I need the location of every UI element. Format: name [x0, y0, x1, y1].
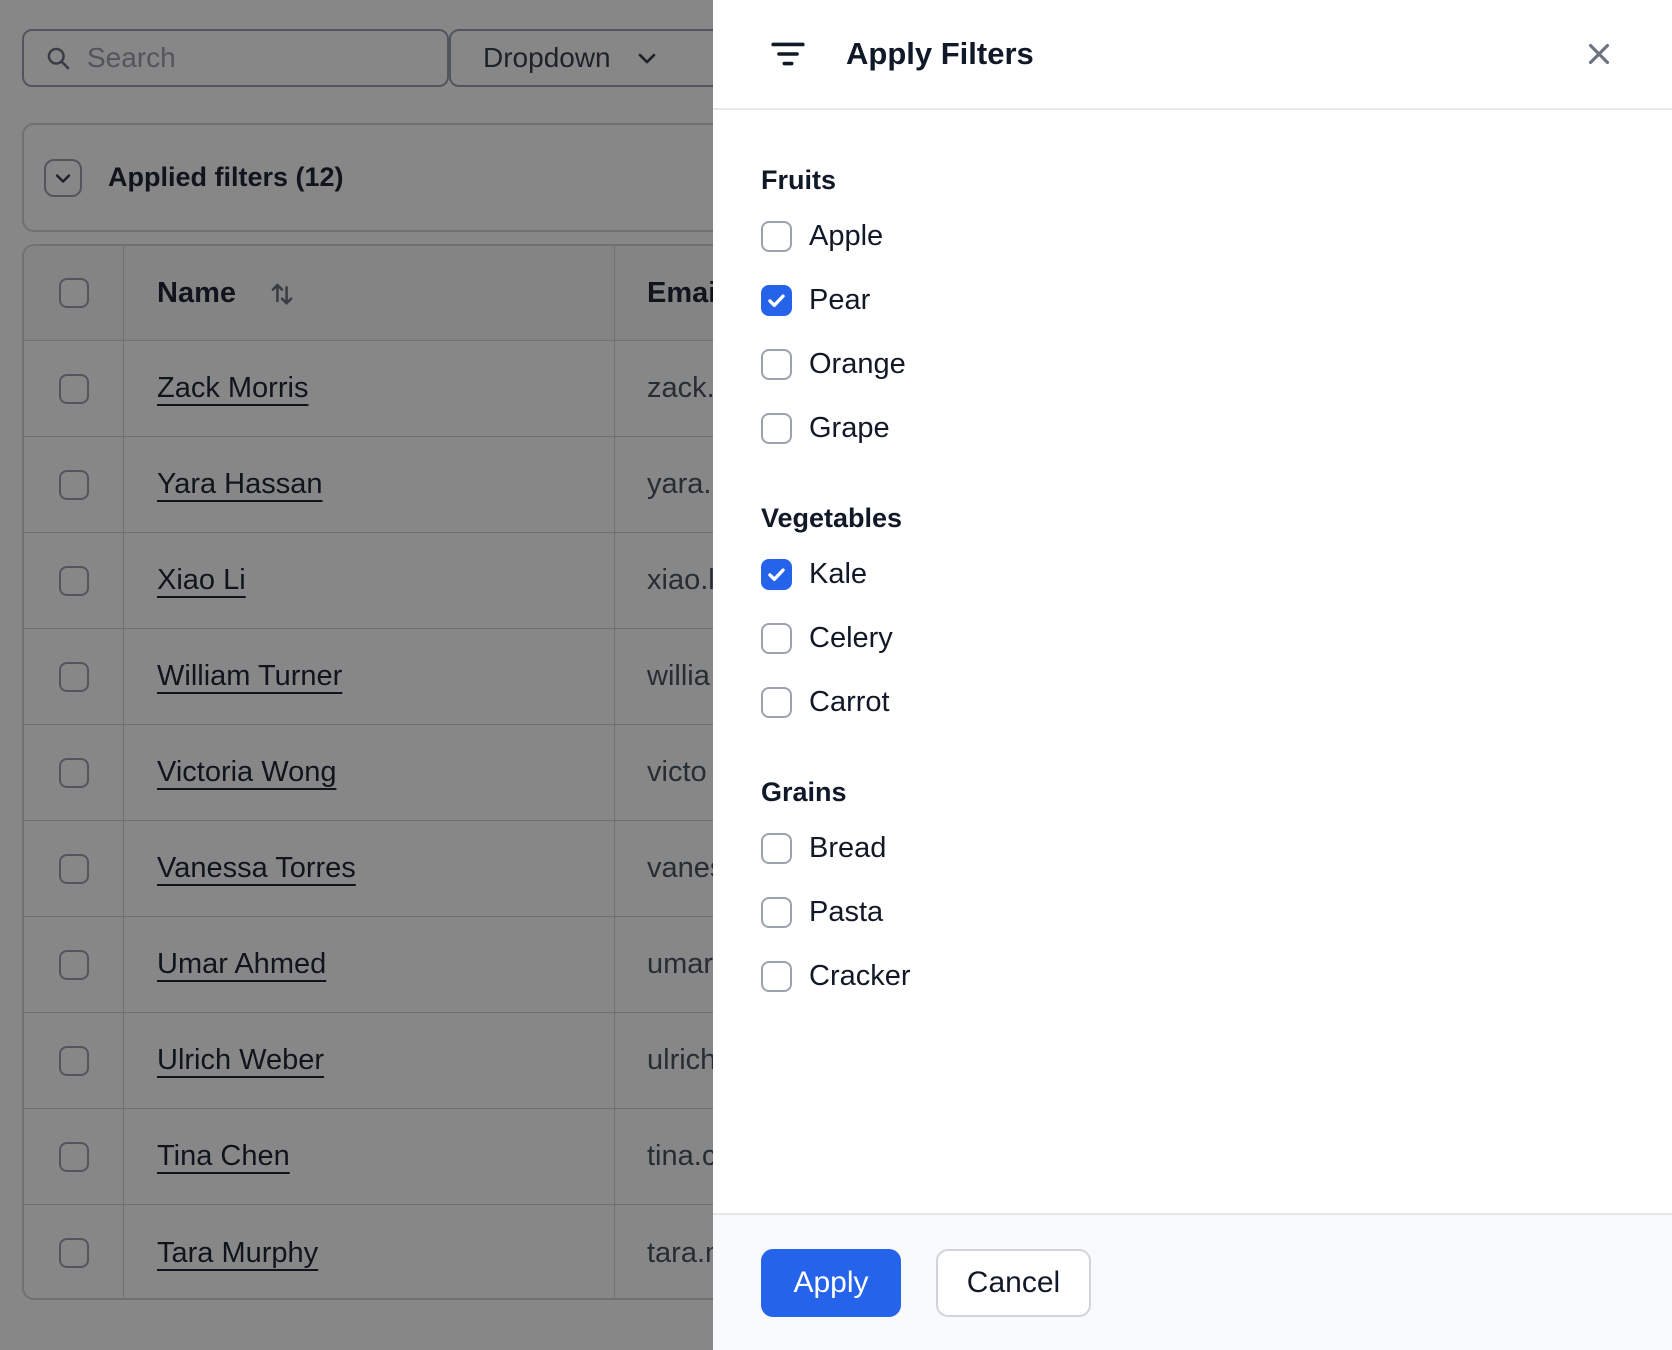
panel-header: Apply Filters: [713, 0, 1672, 110]
section-heading-fruits: Fruits: [761, 165, 837, 195]
option-label: Pear: [809, 283, 871, 316]
section-heading-grains: Grains: [761, 777, 847, 807]
option-label: Kale: [809, 557, 868, 590]
filter-option-cracker[interactable]: Cracker: [761, 944, 1624, 1008]
checkbox[interactable]: [761, 622, 792, 654]
checkbox[interactable]: [761, 284, 792, 316]
filter-option-pear[interactable]: Pear: [761, 268, 1624, 332]
option-label: Carrot: [809, 685, 890, 718]
filter-option-bread[interactable]: Bread: [761, 816, 1624, 880]
checkbox[interactable]: [761, 348, 792, 380]
apply-button[interactable]: Apply: [761, 1248, 901, 1317]
option-label: Pasta: [809, 895, 884, 928]
app-root: Dropdown Applied filters (12): [0, 0, 1672, 1350]
checkbox[interactable]: [761, 896, 792, 928]
panel-title: Apply Filters: [846, 36, 1034, 71]
option-label: Cracker: [809, 959, 911, 992]
option-label: Bread: [809, 831, 887, 864]
filter-option-celery[interactable]: Celery: [761, 606, 1624, 670]
option-label: Celery: [809, 621, 893, 654]
checkbox[interactable]: [761, 686, 792, 718]
filter-option-apple[interactable]: Apple: [761, 204, 1624, 268]
option-label: Orange: [809, 347, 906, 380]
checkbox[interactable]: [761, 960, 792, 992]
filter-option-orange[interactable]: Orange: [761, 332, 1624, 396]
panel-footer: Apply Cancel: [713, 1213, 1672, 1350]
filter-option-kale[interactable]: Kale: [761, 542, 1624, 606]
cancel-button[interactable]: Cancel: [936, 1248, 1091, 1317]
filter-option-carrot[interactable]: Carrot: [761, 670, 1624, 734]
close-icon: [1582, 37, 1616, 71]
checkbox[interactable]: [761, 412, 792, 444]
filter-lines-icon: [770, 36, 806, 72]
close-button[interactable]: [1578, 33, 1620, 75]
filter-option-grape[interactable]: Grape: [761, 396, 1624, 460]
option-label: Grape: [809, 411, 890, 444]
checkbox[interactable]: [761, 220, 792, 252]
option-label: Apple: [809, 219, 884, 252]
checkbox[interactable]: [761, 832, 792, 864]
checkbox[interactable]: [761, 558, 792, 590]
section-heading-vegetables: Vegetables: [761, 503, 903, 533]
apply-filters-panel: Apply Filters Fruits Apple Pear Orange G…: [713, 0, 1672, 1350]
panel-body: Fruits Apple Pear Orange Grape Vegetable…: [713, 110, 1672, 1213]
filter-option-pasta[interactable]: Pasta: [761, 880, 1624, 944]
